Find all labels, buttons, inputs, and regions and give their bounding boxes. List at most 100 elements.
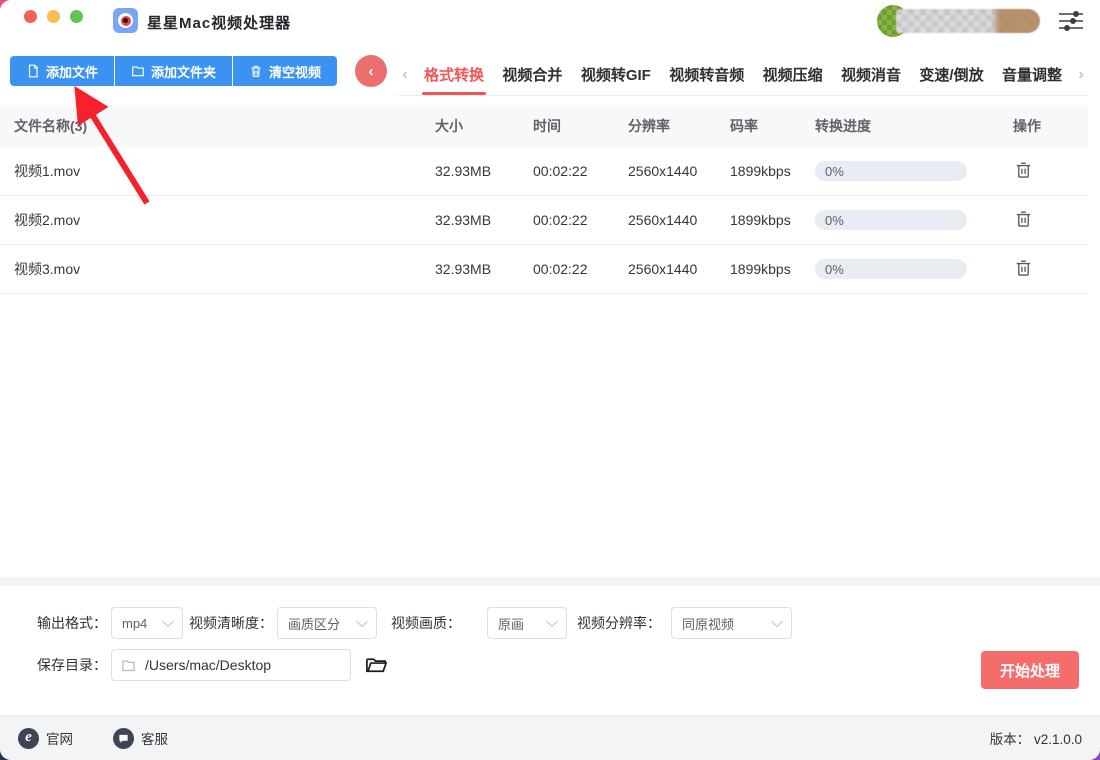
file-resolution: 2560x1440: [628, 163, 730, 179]
add-folder-button[interactable]: 添加文件夹: [114, 56, 232, 86]
quality-value: 原画: [498, 614, 524, 633]
output-format-select[interactable]: mp4: [111, 607, 183, 639]
clarity-label: 视频清晰度：: [189, 613, 273, 633]
tab-list: 格式转换 视频合并 视频转GIF 视频转音频 视频压缩 视频消音 变速/倒放 音…: [412, 54, 1074, 95]
resolution-value: 同原视频: [682, 614, 734, 633]
minimize-window-button[interactable]: [47, 10, 60, 23]
folder-open-icon: [365, 653, 388, 676]
add-folder-label: 添加文件夹: [151, 62, 216, 81]
app-title: 星星Mac视频处理器: [147, 12, 291, 33]
delete-file-button[interactable]: [1013, 258, 1033, 278]
resolution-select[interactable]: 同原视频: [671, 607, 792, 639]
chevron-down-icon: [162, 616, 173, 627]
tabs-scroll-left-icon[interactable]: ‹: [398, 66, 412, 84]
close-window-button[interactable]: [24, 10, 37, 23]
file-actions-group: 添加文件 添加文件夹 清空视频: [10, 56, 337, 86]
trash-icon: [249, 64, 263, 78]
save-dir-label: 保存目录：: [37, 655, 107, 675]
file-bitrate: 1899kbps: [730, 163, 815, 179]
table-row[interactable]: 视频1.mov 32.93MB 00:02:22 2560x1440 1899k…: [0, 147, 1088, 196]
progress-label: 0%: [825, 164, 844, 179]
tab-video-mute[interactable]: 视频消音: [841, 54, 901, 95]
chevron-left-icon: ‹: [369, 63, 374, 80]
user-name-redacted: [896, 9, 1040, 33]
quality-label: 视频画质：: [391, 613, 461, 633]
col-actions: 操作: [1003, 116, 1088, 136]
official-site-link[interactable]: e 官网: [18, 728, 73, 749]
file-icon: [26, 64, 40, 78]
start-processing-button[interactable]: 开始处理: [981, 651, 1079, 689]
file-duration: 00:02:22: [533, 212, 628, 228]
titlebar: 星星Mac视频处理器: [0, 0, 1100, 42]
clarity-value: 画质区分: [288, 614, 340, 633]
file-duration: 00:02:22: [533, 261, 628, 277]
resolution-label: 视频分辨率：: [577, 613, 661, 633]
tab-video-merge[interactable]: 视频合并: [502, 54, 562, 95]
chevron-down-icon: [546, 616, 557, 627]
table-header-row: 文件名称(3) 大小 时间 分辨率 码率 转换进度 操作: [0, 105, 1088, 147]
folder-icon: [131, 64, 145, 78]
save-dir-input[interactable]: [143, 656, 341, 674]
clarity-select[interactable]: 画质区分: [277, 607, 377, 639]
tab-volume-adjust[interactable]: 音量调整: [1002, 54, 1062, 95]
settings-row-2: 保存目录：: [37, 649, 388, 681]
settings-sliders-icon[interactable]: [1058, 11, 1084, 31]
zoom-window-button[interactable]: [70, 10, 83, 23]
browse-folder-button[interactable]: [364, 653, 388, 677]
app-window: 星星Mac视频处理器 添加文件 添加文件夹: [0, 0, 1100, 760]
col-bitrate: 码率: [730, 116, 815, 136]
delete-file-button[interactable]: [1013, 209, 1033, 229]
delete-file-button[interactable]: [1013, 160, 1033, 180]
tab-format-convert[interactable]: 格式转换: [424, 54, 484, 95]
progress-label: 0%: [825, 262, 844, 277]
official-site-label: 官网: [46, 728, 73, 748]
version-label: 版本：: [990, 732, 1031, 747]
tab-video-to-audio[interactable]: 视频转音频: [669, 54, 744, 95]
panel-divider: [0, 577, 1100, 586]
collapse-panel-button[interactable]: ‹: [355, 55, 387, 87]
tabs-scroll-right-icon[interactable]: ›: [1074, 66, 1088, 84]
output-format-value: mp4: [122, 616, 147, 631]
progress-label: 0%: [825, 213, 844, 228]
file-size: 32.93MB: [435, 212, 533, 228]
output-format-label: 输出格式：: [37, 613, 107, 633]
clear-videos-button[interactable]: 清空视频: [232, 56, 337, 86]
trash-icon: [1014, 258, 1033, 277]
col-size: 大小: [435, 116, 533, 136]
file-size: 32.93MB: [435, 163, 533, 179]
file-name: 视频1.mov: [0, 161, 435, 181]
tab-video-compress[interactable]: 视频压缩: [763, 54, 823, 95]
clear-videos-label: 清空视频: [269, 62, 321, 81]
customer-service-link[interactable]: 客服: [113, 728, 168, 749]
add-file-button[interactable]: 添加文件: [10, 56, 114, 86]
col-duration: 时间: [533, 116, 628, 136]
mode-tabbar: ‹ 格式转换 视频合并 视频转GIF 视频转音频 视频压缩 视频消音 变速/倒放…: [398, 54, 1088, 96]
tab-video-to-gif[interactable]: 视频转GIF: [581, 54, 651, 95]
file-bitrate: 1899kbps: [730, 212, 815, 228]
col-resolution: 分辨率: [628, 116, 730, 136]
footer: e 官网 客服 版本： v2.1.0.0: [0, 715, 1100, 760]
table-row[interactable]: 视频2.mov 32.93MB 00:02:22 2560x1440 1899k…: [0, 196, 1088, 245]
trash-icon: [1014, 160, 1033, 179]
col-progress: 转换进度: [815, 116, 1003, 136]
col-filename: 文件名称(3): [0, 116, 435, 136]
settings-row-1: 输出格式： mp4 视频清晰度： 画质区分 视频画质： 原画 视频分辨率： 同原…: [37, 607, 792, 639]
table-row[interactable]: 视频3.mov 32.93MB 00:02:22 2560x1440 1899k…: [0, 245, 1088, 294]
add-file-label: 添加文件: [46, 62, 98, 81]
output-settings-panel: 输出格式： mp4 视频清晰度： 画质区分 视频画质： 原画 视频分辨率： 同原…: [0, 586, 1100, 715]
chevron-down-icon: [356, 616, 367, 627]
file-bitrate: 1899kbps: [730, 261, 815, 277]
file-name: 视频3.mov: [0, 259, 435, 279]
app-logo-icon: [113, 8, 138, 33]
tab-speed-reverse[interactable]: 变速/倒放: [919, 54, 983, 95]
customer-service-label: 客服: [141, 728, 168, 748]
file-size: 32.93MB: [435, 261, 533, 277]
file-name: 视频2.mov: [0, 210, 435, 230]
progress-bar: 0%: [815, 210, 967, 230]
quality-select[interactable]: 原画: [487, 607, 567, 639]
website-icon: e: [18, 728, 39, 749]
chevron-down-icon: [771, 616, 782, 627]
folder-icon: [121, 658, 136, 673]
file-table: 文件名称(3) 大小 时间 分辨率 码率 转换进度 操作 视频1.mov 32.…: [0, 105, 1088, 294]
progress-bar: 0%: [815, 259, 967, 279]
